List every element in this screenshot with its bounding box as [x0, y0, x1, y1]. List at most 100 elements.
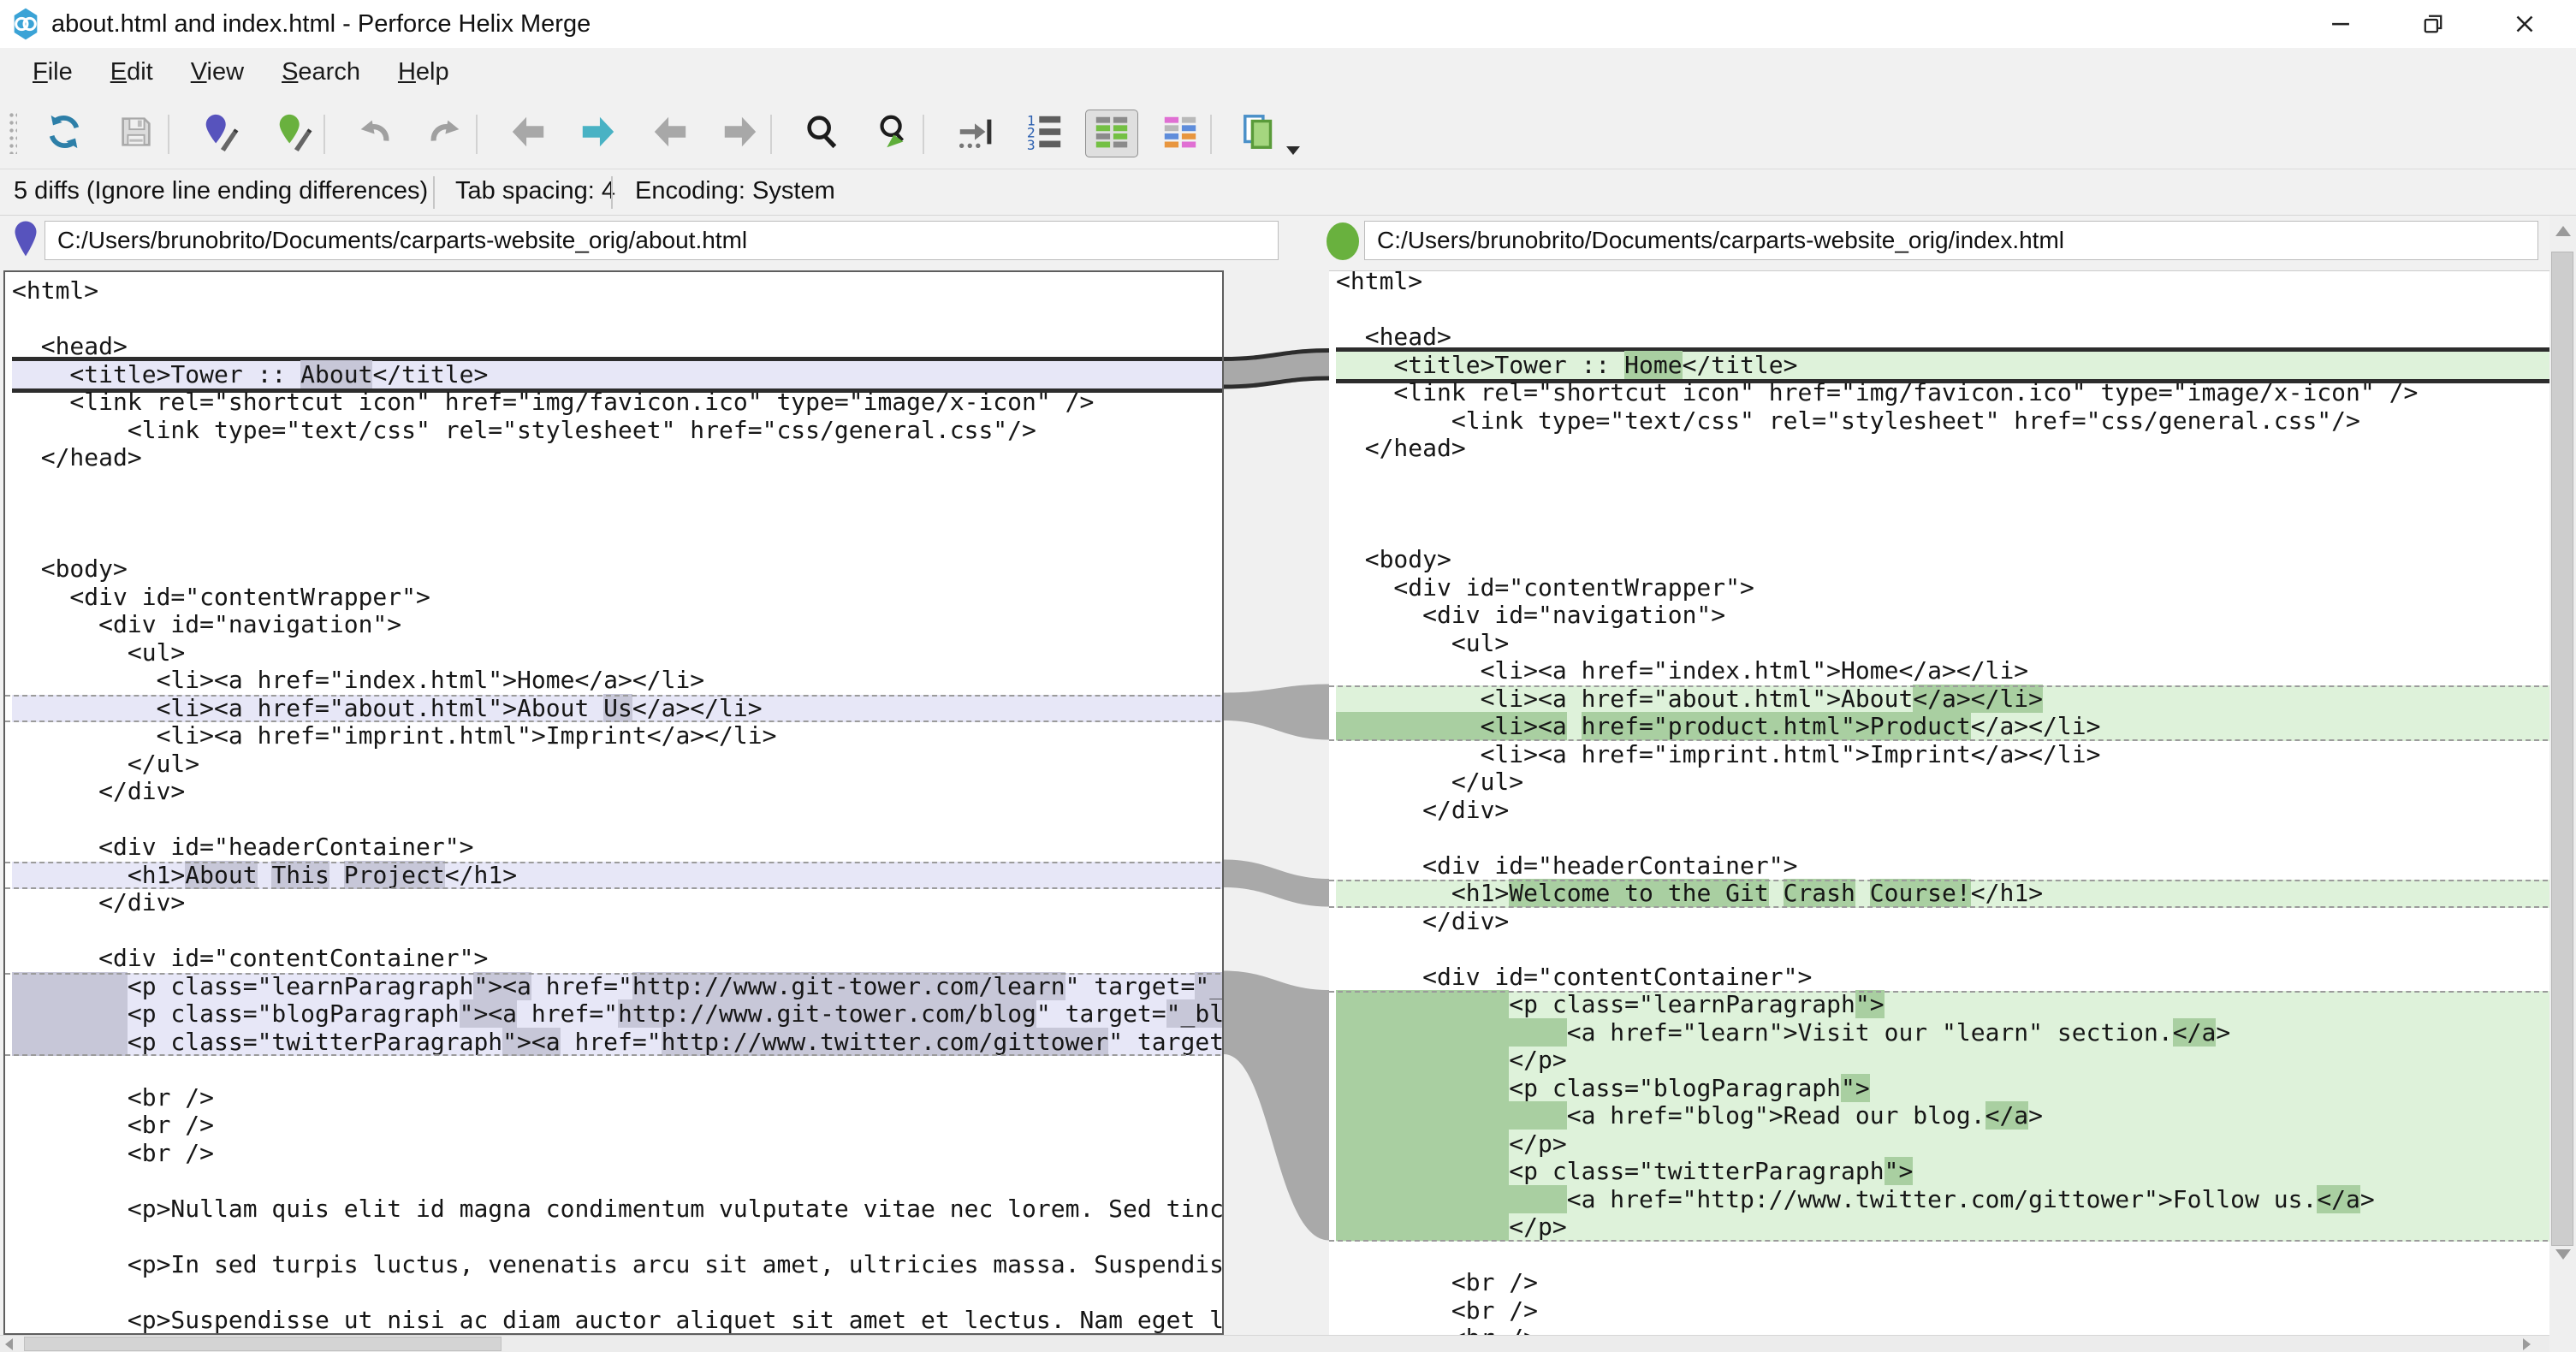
toolbar-separator: [168, 115, 169, 154]
toggle-line-numbers-button[interactable]: 123: [1018, 110, 1071, 157]
right-file-pane[interactable]: <html> <head> <title>Tower :: Home</titl…: [1329, 270, 2549, 1335]
intraline-diff-highlight: About: [300, 360, 372, 388]
code-line: <p class="twitterParagraph">: [1336, 1158, 2549, 1186]
code-line: [1336, 1242, 2549, 1270]
horizontal-scrollbar[interactable]: [0, 1335, 2549, 1352]
diff-connector-gutter: [1224, 270, 1329, 1335]
minimize-button[interactable]: [2317, 3, 2365, 44]
code-line: <br />: [1336, 1269, 2549, 1297]
code-line: <p class="learnParagraph"><a href="http:…: [12, 973, 1222, 1001]
intraline-diff-highlight: Home: [1624, 351, 1682, 379]
next-conflict-button[interactable]: [714, 110, 767, 157]
code-line: </p>: [1336, 1047, 2549, 1075]
code-line: [1336, 490, 2549, 519]
intraline-diff-highlight: Crash: [1784, 879, 1855, 907]
diff-connector-band: [1224, 860, 1329, 907]
left-file-pane[interactable]: <html> <head> <title>Tower :: About</tit…: [3, 270, 1224, 1335]
code-line: [12, 1223, 1222, 1251]
intraline-diff-highlight: Welcome to the Git: [1509, 879, 1768, 907]
menu-search[interactable]: Search: [268, 51, 374, 92]
intraline-diff-highlight: [1336, 1046, 1509, 1074]
intraline-diff-highlight: "_bl: [1166, 999, 1224, 1028]
edit-left-pin-icon: [200, 112, 240, 156]
intraline-diff-highlight: [1336, 1157, 1509, 1185]
side-by-side-view-button[interactable]: [1085, 110, 1138, 157]
scroll-right-icon[interactable]: [2523, 1338, 2531, 1350]
scroll-down-icon[interactable]: [2555, 1249, 2571, 1260]
app-logo-icon: [9, 7, 43, 41]
redo-button[interactable]: [419, 110, 472, 157]
switch-layout-button[interactable]: [1234, 110, 1287, 157]
code-line: <p class="blogParagraph"><a href="http:/…: [12, 1000, 1222, 1029]
scroll-left-icon[interactable]: [5, 1338, 13, 1350]
intraline-diff-highlight: "><a: [502, 1028, 560, 1056]
go-to-line-button[interactable]: [948, 110, 1001, 157]
toolbar: 123: [0, 96, 2576, 169]
code-line: <html>: [1336, 270, 2549, 296]
find-button[interactable]: [796, 110, 849, 157]
code-line: </ul>: [12, 750, 1222, 779]
dropdown-arrow-icon[interactable]: [1286, 146, 1300, 155]
code-line: <br />: [12, 1140, 1222, 1168]
undo-button[interactable]: [347, 110, 401, 157]
code-line: <p class="blogParagraph">: [1336, 1075, 2549, 1103]
close-button[interactable]: [2501, 3, 2549, 44]
code-line: [12, 1056, 1222, 1084]
diff-connector-band: [1224, 685, 1329, 740]
previous-diff-button[interactable]: [502, 110, 555, 157]
left-file-path-field[interactable]: C:/Users/brunobrito/Documents/carparts-w…: [45, 221, 1279, 260]
scrollbar-corner: [2549, 1335, 2576, 1352]
code-line: <br />: [1336, 1297, 2549, 1325]
code-line: <div id="contentContainer">: [1336, 964, 2549, 992]
scroll-up-icon[interactable]: [2555, 226, 2571, 236]
intraline-diff-highlight: [1336, 1185, 1567, 1213]
code-line: <title>Tower :: Home</title>: [1336, 352, 2549, 380]
find-next-button[interactable]: [866, 110, 919, 157]
code-line: <a href="blog">Read our blog.</a>: [1336, 1102, 2549, 1130]
save-button[interactable]: [110, 110, 163, 157]
code-line: </div>: [1336, 908, 2549, 936]
toolbar-separator: [476, 115, 478, 154]
code-line: </p>: [1336, 1213, 2549, 1242]
intraline-diff-highlight: href="product.html">Product: [1582, 712, 1971, 740]
code-line: [12, 472, 1222, 501]
save-icon: [116, 112, 156, 156]
horizontal-scrollbar-thumb[interactable]: [24, 1337, 502, 1351]
toolbar-grip-handle[interactable]: [9, 111, 17, 154]
menu-edit[interactable]: Edit: [97, 51, 167, 92]
code-line: [12, 1278, 1222, 1307]
vertical-scrollbar-thumb[interactable]: [2551, 252, 2573, 1246]
restore-button[interactable]: [2409, 3, 2457, 44]
previous-conflict-button[interactable]: [644, 110, 697, 157]
intraline-diff-highlight: [12, 1028, 128, 1056]
code-line: <link rel="shortcut icon" href="img/favi…: [1336, 379, 2549, 407]
next-diff-button[interactable]: [572, 110, 625, 157]
code-line: <div id="headerContainer">: [1336, 852, 2549, 881]
status-bar: 5 diffs (Ignore line ending differences)…: [0, 169, 2576, 216]
code-line: <ul>: [12, 639, 1222, 667]
code-line: <title>Tower :: About</title>: [12, 361, 1222, 389]
right-file-path-field[interactable]: C:/Users/brunobrito/Documents/carparts-w…: [1364, 221, 2538, 260]
refresh-button[interactable]: [38, 110, 91, 157]
code-line: </div>: [12, 778, 1222, 806]
code-line: [1336, 519, 2549, 547]
window-title: about.html and index.html - Perforce Hel…: [51, 0, 591, 48]
find-next-icon: [873, 112, 912, 156]
vertical-scrollbar[interactable]: [2549, 216, 2576, 1335]
edit-left-file-button[interactable]: [193, 110, 246, 157]
edit-right-pin-icon: [274, 112, 313, 156]
menu-view[interactable]: View: [177, 51, 258, 92]
code-line: [12, 528, 1222, 556]
intraline-diff-highlight: </a: [1985, 1101, 2029, 1130]
menu-file[interactable]: File: [19, 51, 86, 92]
combined-diff-view-button[interactable]: [1154, 110, 1207, 157]
intraline-diff-highlight: "><a: [473, 972, 531, 1000]
code-line: <li><a href="about.html">About</a></li>: [1336, 685, 2549, 714]
diff-count-status: 5 diffs (Ignore line ending differences): [14, 169, 428, 216]
menu-help[interactable]: Help: [384, 51, 463, 92]
intraline-diff-highlight: ">: [1855, 990, 1885, 1018]
inline-diff-icon: [1160, 112, 1200, 156]
code-line: <a href="learn">Visit our "learn" sectio…: [1336, 1019, 2549, 1047]
edit-right-file-button[interactable]: [267, 110, 320, 157]
code-line: <li><a href="imprint.html">Imprint</a></…: [12, 722, 1222, 750]
